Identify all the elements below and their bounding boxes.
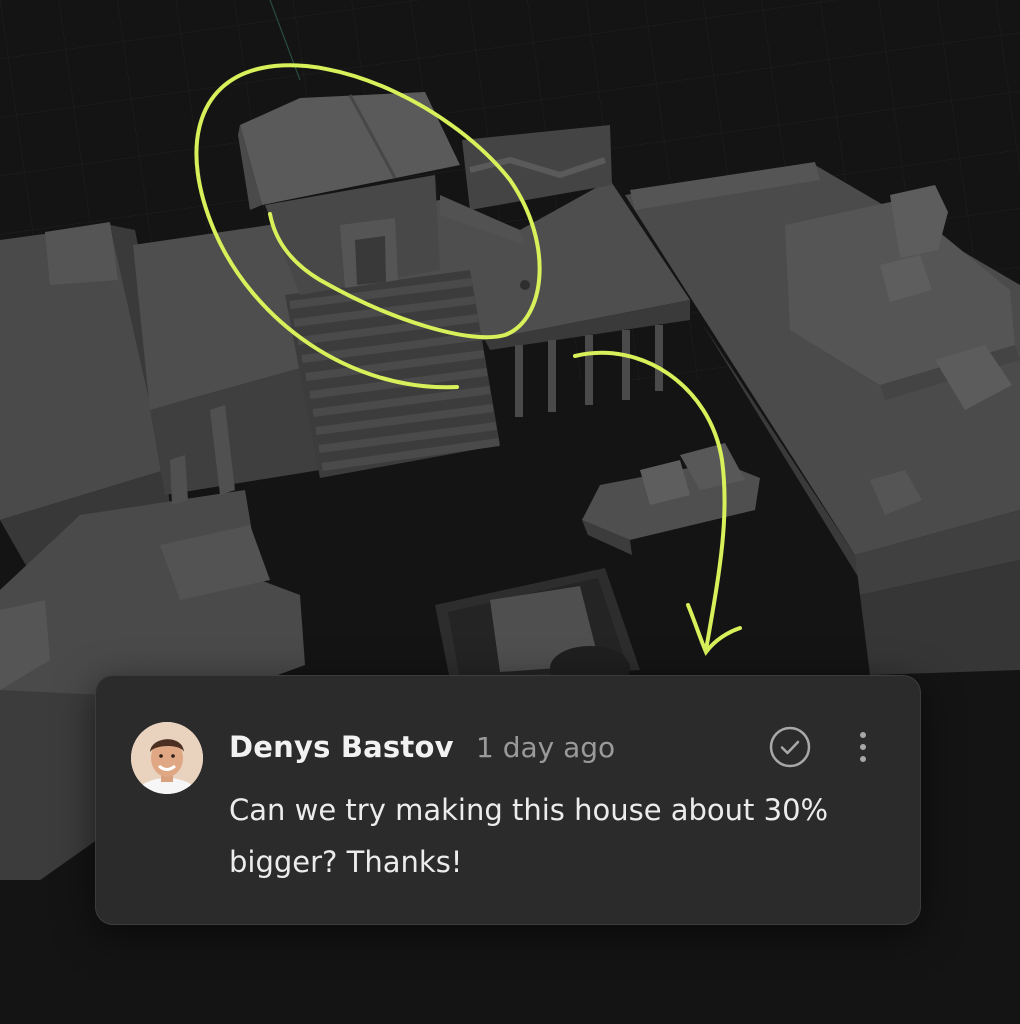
- user-avatar[interactable]: [131, 722, 203, 794]
- avatar-photo: [131, 722, 203, 794]
- staircase: [285, 270, 500, 478]
- resolve-comment-button[interactable]: [768, 725, 812, 769]
- more-options-button[interactable]: [848, 725, 878, 769]
- comment-timestamp: 1 day ago: [476, 731, 616, 764]
- more-vertical-icon: [860, 732, 866, 762]
- check-circle-icon: [769, 726, 811, 768]
- comment-body: Can we try making this house about 30% b…: [229, 793, 829, 879]
- comment-author: Denys Bastov: [229, 730, 454, 764]
- comment-card: Denys Bastov 1 day ago Can we try making…: [95, 675, 921, 925]
